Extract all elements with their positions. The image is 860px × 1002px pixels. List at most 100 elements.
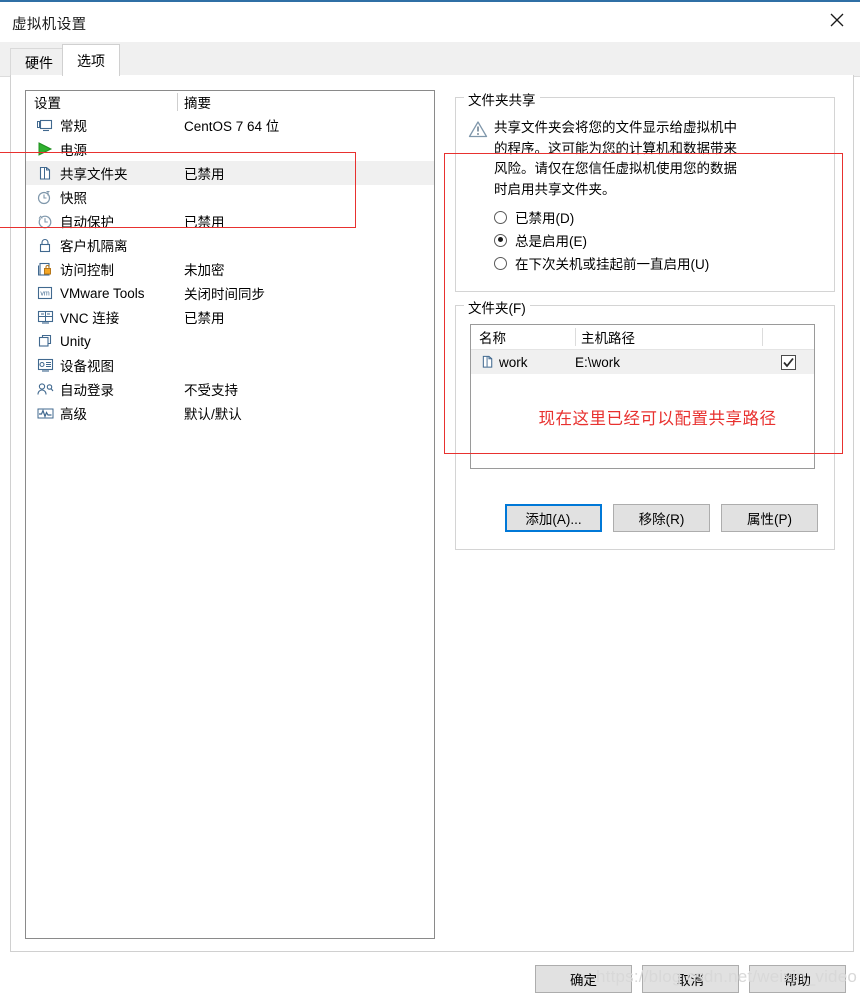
radio-disabled[interactable]: 已禁用(D) xyxy=(494,206,574,228)
list-item-summary: 已禁用 xyxy=(184,311,225,326)
table-row[interactable]: work E:\work xyxy=(471,350,814,374)
svg-text:vm: vm xyxy=(40,291,50,298)
help-button[interactable]: 帮助 xyxy=(749,965,846,993)
folder-sharing-legend: 文件夹共享 xyxy=(464,89,540,109)
list-item-label: 自动登录 xyxy=(60,383,114,398)
tab-hardware[interactable]: 硬件 xyxy=(10,48,68,76)
folders-legend: 文件夹(F) xyxy=(464,297,530,317)
shared-folder-icon xyxy=(34,165,56,181)
shared-folder-icon xyxy=(477,355,499,369)
ok-button-label: 确定 xyxy=(570,973,597,988)
radio-always-enabled-label: 总是启用(E) xyxy=(515,234,587,249)
list-item-label: 电源 xyxy=(60,143,87,158)
list-item-vmware-tools[interactable]: vm VMware Tools 关闭时间同步 xyxy=(26,281,434,305)
autoprotect-icon xyxy=(34,213,56,229)
list-item-auto-login[interactable]: 自动登录 不受支持 xyxy=(26,377,434,401)
list-item-advanced[interactable]: 高级 默认/默认 xyxy=(26,401,434,425)
folder-enabled-checkbox[interactable] xyxy=(762,354,814,370)
checkbox-checked-icon xyxy=(780,354,796,370)
tab-hardware-label: 硬件 xyxy=(25,54,53,71)
advanced-icon xyxy=(34,405,56,421)
list-item-device-view[interactable]: 设备视图 xyxy=(26,353,434,377)
folder-host-path: E:\work xyxy=(575,354,621,370)
list-item-summary: 不受支持 xyxy=(184,383,238,398)
list-item-summary: 已禁用 xyxy=(184,167,225,182)
title-bar: 虚拟机设置 xyxy=(0,2,860,42)
list-item-label: VNC 连接 xyxy=(60,311,120,326)
tab-strip: 硬件 选项 xyxy=(0,42,860,77)
auto-login-icon xyxy=(34,381,56,397)
radio-mark xyxy=(494,256,507,270)
help-button-label: 帮助 xyxy=(784,973,811,988)
settings-list[interactable]: 设置 摘要 常规 CentOS 7 64 位 电源 共享文件夹 已禁用 快照 自… xyxy=(25,90,435,939)
folders-table-header: 名称 主机路径 xyxy=(471,325,814,350)
list-item-summary: 关闭时间同步 xyxy=(184,287,265,302)
monitor-icon xyxy=(34,117,56,133)
header-separator xyxy=(177,93,178,111)
remove-folder-button[interactable]: 移除(R) xyxy=(613,504,710,532)
folder-name: work xyxy=(499,354,528,370)
column-header-setting: 设置 xyxy=(34,96,61,111)
add-folder-button[interactable]: 添加(A)... xyxy=(505,504,602,532)
list-item-label: VMware Tools xyxy=(60,285,145,301)
list-item-unity[interactable]: Unity xyxy=(26,329,434,353)
list-item-power[interactable]: 电源 xyxy=(26,137,434,161)
vm-settings-window: 虚拟机设置 硬件 选项 设置 摘要 常规 CentOS 7 64 位 电源 共享… xyxy=(0,0,860,1002)
cancel-button[interactable]: 取消 xyxy=(642,965,739,993)
radio-until-shutdown-label: 在下次关机或挂起前一直启用(U) xyxy=(515,257,710,272)
radio-disabled-label: 已禁用(D) xyxy=(515,211,575,226)
list-item-label: 自动保护 xyxy=(60,215,114,230)
radio-mark xyxy=(494,233,507,247)
list-item-label: 常规 xyxy=(60,119,87,134)
radio-always-enabled[interactable]: 总是启用(E) xyxy=(494,229,587,251)
vnc-icon xyxy=(34,309,56,325)
list-item-general[interactable]: 常规 CentOS 7 64 位 xyxy=(26,113,434,137)
list-item-shared-folders[interactable]: 共享文件夹 已禁用 xyxy=(26,161,434,185)
settings-list-header: 设置 摘要 xyxy=(26,91,434,113)
folder-sharing-group: 文件夹共享 共享文件夹会将您的文件显示给虚拟机中 的程序。这可能为您的计算机和数… xyxy=(455,89,835,292)
list-item-label: 共享文件夹 xyxy=(60,167,128,182)
unity-icon xyxy=(34,333,56,349)
power-play-icon xyxy=(34,141,56,157)
radio-until-shutdown[interactable]: 在下次关机或挂起前一直启用(U) xyxy=(494,252,709,274)
list-item-label: Unity xyxy=(60,333,91,349)
lock-icon xyxy=(34,237,56,253)
folder-properties-label: 属性(P) xyxy=(747,512,792,527)
column-header-enabled xyxy=(762,325,814,349)
annotation-text: 现在这里已经可以配置共享路径 xyxy=(538,410,777,428)
list-item-label: 访问控制 xyxy=(60,263,114,278)
add-folder-label: 添加(A)... xyxy=(525,512,582,527)
remove-folder-label: 移除(R) xyxy=(638,512,685,527)
list-item-label: 快照 xyxy=(60,191,87,206)
column-header-summary: 摘要 xyxy=(184,96,211,111)
close-icon[interactable] xyxy=(814,2,860,38)
list-item-snapshots[interactable]: 快照 xyxy=(26,185,434,209)
list-item-summary: 默认/默认 xyxy=(184,407,242,422)
folder-properties-button[interactable]: 属性(P) xyxy=(721,504,818,532)
tab-options-label: 选项 xyxy=(77,52,105,69)
column-header-name: 名称 xyxy=(479,331,506,346)
folders-table[interactable]: 名称 主机路径 work E:\work 现在这里已经可以配置共享路径 xyxy=(470,324,815,469)
list-item-label: 客户机隔离 xyxy=(60,239,128,254)
ok-button[interactable]: 确定 xyxy=(535,965,632,993)
header-separator xyxy=(575,328,576,346)
header-separator xyxy=(762,328,763,346)
list-item-label: 高级 xyxy=(60,407,87,422)
sharing-warning-text: 共享文件夹会将您的文件显示给虚拟机中 的程序。这可能为您的计算机和数据带来 风险… xyxy=(494,120,737,197)
access-control-icon xyxy=(34,261,56,277)
list-item-access-control[interactable]: 访问控制 未加密 xyxy=(26,257,434,281)
list-item-guest-isolation[interactable]: 客户机隔离 xyxy=(26,233,434,257)
list-item-vnc[interactable]: VNC 连接 已禁用 xyxy=(26,305,434,329)
list-item-label: 设备视图 xyxy=(60,359,114,374)
list-item-autoprotect[interactable]: 自动保护 已禁用 xyxy=(26,209,434,233)
cancel-button-label: 取消 xyxy=(677,973,704,988)
snapshot-clock-icon xyxy=(34,189,56,205)
folders-group: 文件夹(F) 名称 主机路径 work E:\work 现在这里已经可以配置共享… xyxy=(455,297,835,550)
list-item-summary: 未加密 xyxy=(184,263,225,278)
warning-triangle-icon xyxy=(468,120,488,138)
list-item-summary: 已禁用 xyxy=(184,215,225,230)
device-view-icon xyxy=(34,357,56,373)
list-item-summary: CentOS 7 64 位 xyxy=(184,119,280,134)
window-title: 虚拟机设置 xyxy=(12,17,87,33)
tab-options[interactable]: 选项 xyxy=(62,44,120,76)
